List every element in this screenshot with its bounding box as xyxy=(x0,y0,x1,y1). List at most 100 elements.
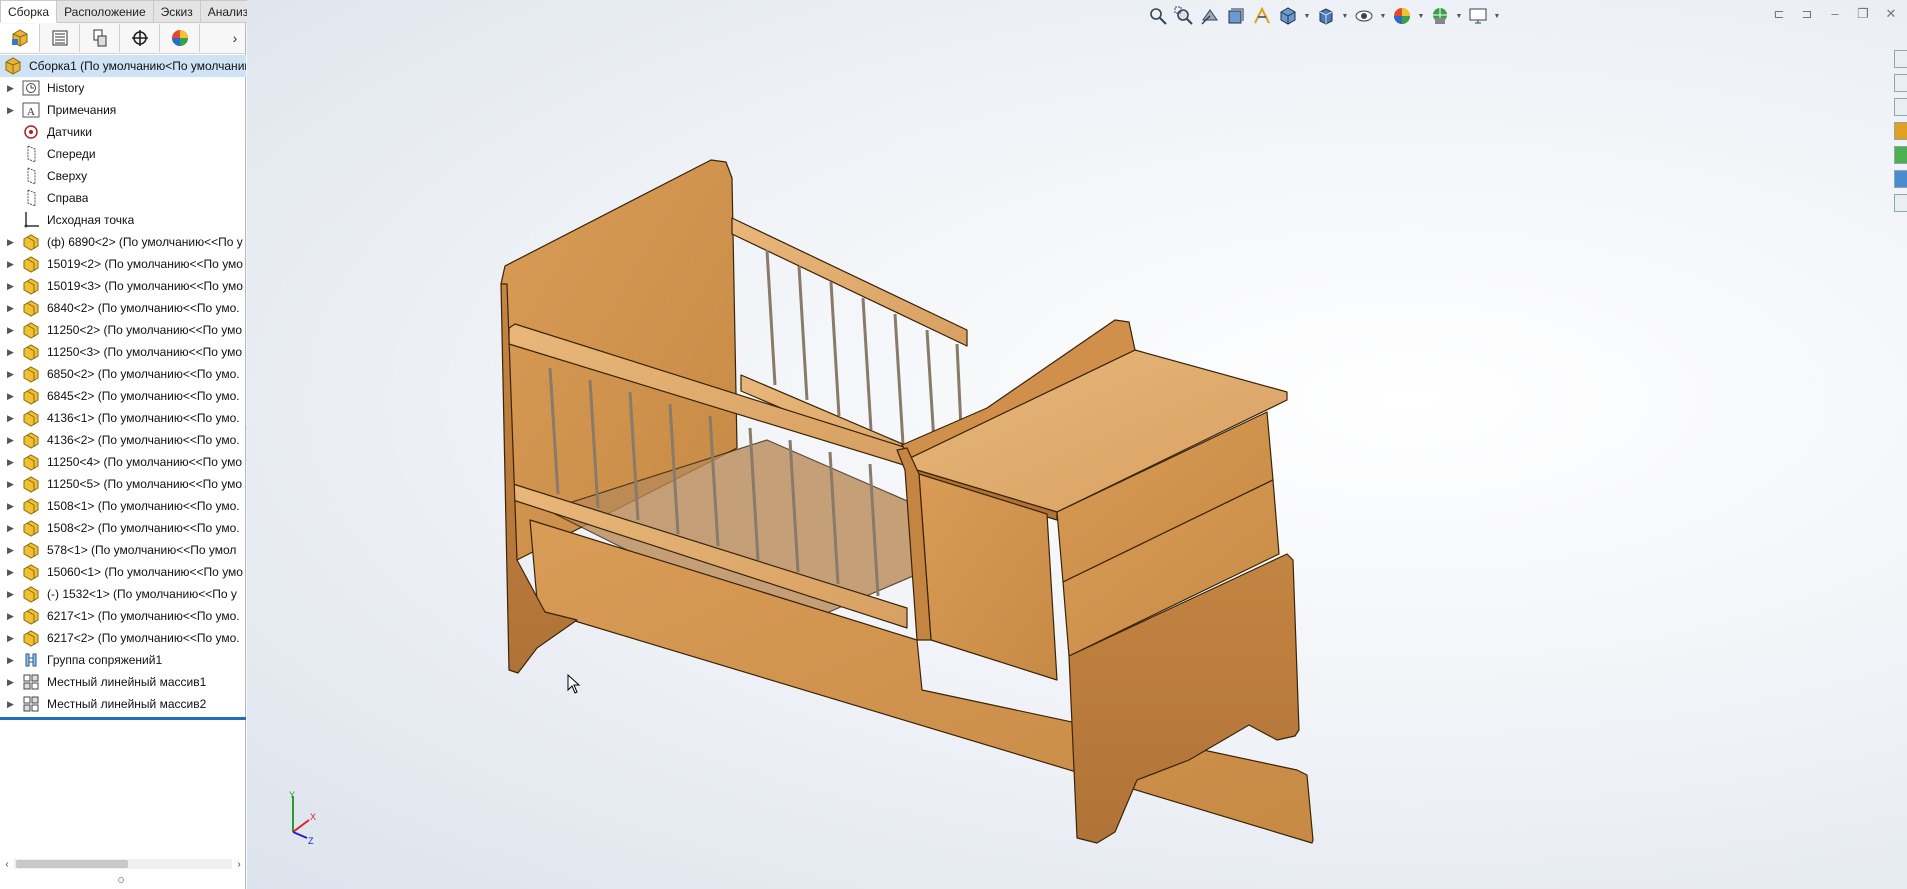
expand-arrow-icon[interactable]: ▶ xyxy=(0,567,21,578)
tree-item[interactable]: Спереди xyxy=(0,143,246,165)
display-manager-tab[interactable] xyxy=(160,24,200,52)
command-tab[interactable]: Расположение xyxy=(57,0,154,23)
tree-item-label: 1508<2> (По умолчанию<<По умо. xyxy=(47,521,240,535)
scroll-thumb[interactable] xyxy=(16,860,128,868)
feature-manager-icon xyxy=(11,29,27,47)
tree-item-label: 11250<2> (По умолчанию<<По умо xyxy=(47,323,243,337)
tree-item[interactable]: ▶ 6217<2> (По умолчанию<<По умо. xyxy=(0,627,246,649)
assembly-root-label: Сборка1 (По умолчанию<По умолчанию xyxy=(29,59,246,73)
expand-arrow-icon[interactable]: ▶ xyxy=(0,677,21,688)
tree-item[interactable]: ▶ Местный линейный массив1 xyxy=(0,671,246,693)
tree-item[interactable]: Исходная точка xyxy=(0,209,246,231)
part-icon xyxy=(21,453,41,471)
expand-arrow-icon[interactable]: ▶ xyxy=(0,237,21,248)
configuration-manager-tab[interactable] xyxy=(80,24,120,52)
tree-item[interactable]: ▶ 6217<1> (По умолчанию<<По умо. xyxy=(0,605,246,627)
triad-z-label: Z xyxy=(308,836,314,846)
tree-item-label: 6840<2> (По умолчанию<<По умо. xyxy=(47,301,240,315)
tree-item[interactable]: ▶ 1508<1> (По умолчанию<<По умо. xyxy=(0,495,246,517)
tree-item-label: Группа сопряжений1 xyxy=(47,653,163,667)
expand-arrow-icon[interactable]: ▶ xyxy=(0,413,21,424)
expand-arrow-icon[interactable]: ▶ xyxy=(0,589,21,600)
svg-text:A: A xyxy=(27,106,35,118)
command-tab[interactable]: Эскиз xyxy=(153,0,201,23)
tree-item[interactable]: ▶ (ф) 6890<2> (По умолчанию<<По у xyxy=(0,231,246,253)
expand-arrow-icon[interactable]: ▶ xyxy=(0,83,21,94)
expand-arrow-icon[interactable]: ▶ xyxy=(0,699,21,710)
expand-arrow-icon[interactable]: ▶ xyxy=(0,391,21,402)
panel-tabs: › xyxy=(0,23,245,54)
expand-arrow-icon[interactable]: ▶ xyxy=(0,523,21,534)
crib-model[interactable] xyxy=(247,0,1907,889)
tree-item[interactable]: ▶ Местный линейный массив2 xyxy=(0,693,246,715)
expand-arrow-icon[interactable]: ▶ xyxy=(0,479,21,490)
property-manager-tab[interactable] xyxy=(40,24,80,52)
expand-arrow-icon[interactable]: ▶ xyxy=(0,545,21,556)
expand-arrow-icon[interactable]: ▶ xyxy=(0,655,21,666)
tree-item[interactable]: ▶ 4136<2> (По умолчанию<<По умо. xyxy=(0,429,246,451)
tree-item[interactable]: ▶ 11250<5> (По умолчанию<<По умо xyxy=(0,473,246,495)
scroll-track[interactable] xyxy=(14,859,232,869)
tree-item[interactable]: ▶ 15060<1> (По умолчанию<<По умо xyxy=(0,561,246,583)
tree-item[interactable]: Датчики xyxy=(0,121,246,143)
tree-item[interactable]: ▶ 6845<2> (По умолчанию<<По умо. xyxy=(0,385,246,407)
part-icon xyxy=(21,277,41,295)
tree-item-label: 15019<2> (По умолчанию<<По умо xyxy=(47,257,243,271)
expand-arrow-icon[interactable]: ▶ xyxy=(0,611,21,622)
tree-item[interactable]: Сверху xyxy=(0,165,246,187)
chevron-right-icon[interactable]: › xyxy=(225,30,245,46)
expand-arrow-icon[interactable]: ▶ xyxy=(0,435,21,446)
panel-resize-grip[interactable] xyxy=(118,877,124,883)
tree-item[interactable]: ▶ 1508<2> (По умолчанию<<По умо. xyxy=(0,517,246,539)
tree-item[interactable]: ▶ 15019<2> (По умолчанию<<По умо xyxy=(0,253,246,275)
tree-item-label: 6217<2> (По умолчанию<<По умо. xyxy=(47,631,240,645)
tree-item[interactable]: ▶ A Примечания xyxy=(0,99,246,121)
assembly-root[interactable]: Сборка1 (По умолчанию<По умолчанию xyxy=(0,55,246,77)
tree-item[interactable]: ▶ 11250<2> (По умолчанию<<По умо xyxy=(0,319,246,341)
rollback-bar[interactable] xyxy=(0,717,246,720)
scroll-left-icon[interactable]: ‹ xyxy=(0,859,14,870)
sensors-icon xyxy=(21,123,41,141)
feature-manager-tab[interactable] xyxy=(0,24,40,52)
part-icon xyxy=(21,519,41,537)
dimxpert-tab[interactable] xyxy=(120,24,160,52)
plane-icon xyxy=(21,167,41,185)
tree-item[interactable]: ▶ 11250<4> (По умолчанию<<По умо xyxy=(0,451,246,473)
expand-arrow-icon[interactable]: ▶ xyxy=(0,501,21,512)
dimxpert-icon xyxy=(131,30,148,46)
tree-item[interactable]: ▶ (-) 1532<1> (По умолчанию<<По у xyxy=(0,583,246,605)
triad-x-label: X xyxy=(310,812,316,822)
tree-item-label: 11250<5> (По умолчанию<<По умо xyxy=(47,477,243,491)
tree-item-label: 6850<2> (По умолчанию<<По умо. xyxy=(47,367,240,381)
part-icon xyxy=(21,585,41,603)
tree-item-label: Местный линейный массив2 xyxy=(47,697,207,711)
expand-arrow-icon[interactable]: ▶ xyxy=(0,369,21,380)
tree-item[interactable]: ▶ 578<1> (По умолчанию<<По умол xyxy=(0,539,246,561)
expand-arrow-icon[interactable]: ▶ xyxy=(0,325,21,336)
tree-item[interactable]: ▶ History xyxy=(0,77,246,99)
expand-arrow-icon[interactable]: ▶ xyxy=(0,281,21,292)
tree-item[interactable]: Справа xyxy=(0,187,246,209)
expand-arrow-icon[interactable]: ▶ xyxy=(0,457,21,468)
command-tab[interactable]: Сборка xyxy=(0,0,58,23)
part-icon xyxy=(21,387,41,405)
scroll-right-icon[interactable]: › xyxy=(232,859,246,870)
tree-item[interactable]: ▶ 15019<3> (По умолчанию<<По умо xyxy=(0,275,246,297)
tree-item[interactable]: ▶ 4136<1> (По умолчанию<<По умо. xyxy=(0,407,246,429)
tree-horizontal-scrollbar[interactable]: ‹ › xyxy=(0,857,246,871)
tree-item[interactable]: ▶ 6840<2> (По умолчанию<<По умо. xyxy=(0,297,246,319)
mates-icon xyxy=(21,651,41,669)
origin-icon xyxy=(21,211,41,229)
expand-arrow-icon[interactable]: ▶ xyxy=(0,347,21,358)
expand-arrow-icon[interactable]: ▶ xyxy=(0,105,21,116)
history-icon xyxy=(21,79,41,97)
tree-item-label: 11250<3> (По умолчанию<<По умо xyxy=(47,345,243,359)
expand-arrow-icon[interactable]: ▶ xyxy=(0,259,21,270)
expand-arrow-icon[interactable]: ▶ xyxy=(0,303,21,314)
crib-body xyxy=(500,159,1314,844)
tree-item[interactable]: ▶ 6850<2> (По умолчанию<<По умо. xyxy=(0,363,246,385)
expand-arrow-icon[interactable]: ▶ xyxy=(0,633,21,644)
tree-item-label: 4136<1> (По умолчанию<<По умо. xyxy=(47,411,240,425)
tree-item[interactable]: ▶ Группа сопряжений1 xyxy=(0,649,246,671)
tree-item[interactable]: ▶ 11250<3> (По умолчанию<<По умо xyxy=(0,341,246,363)
